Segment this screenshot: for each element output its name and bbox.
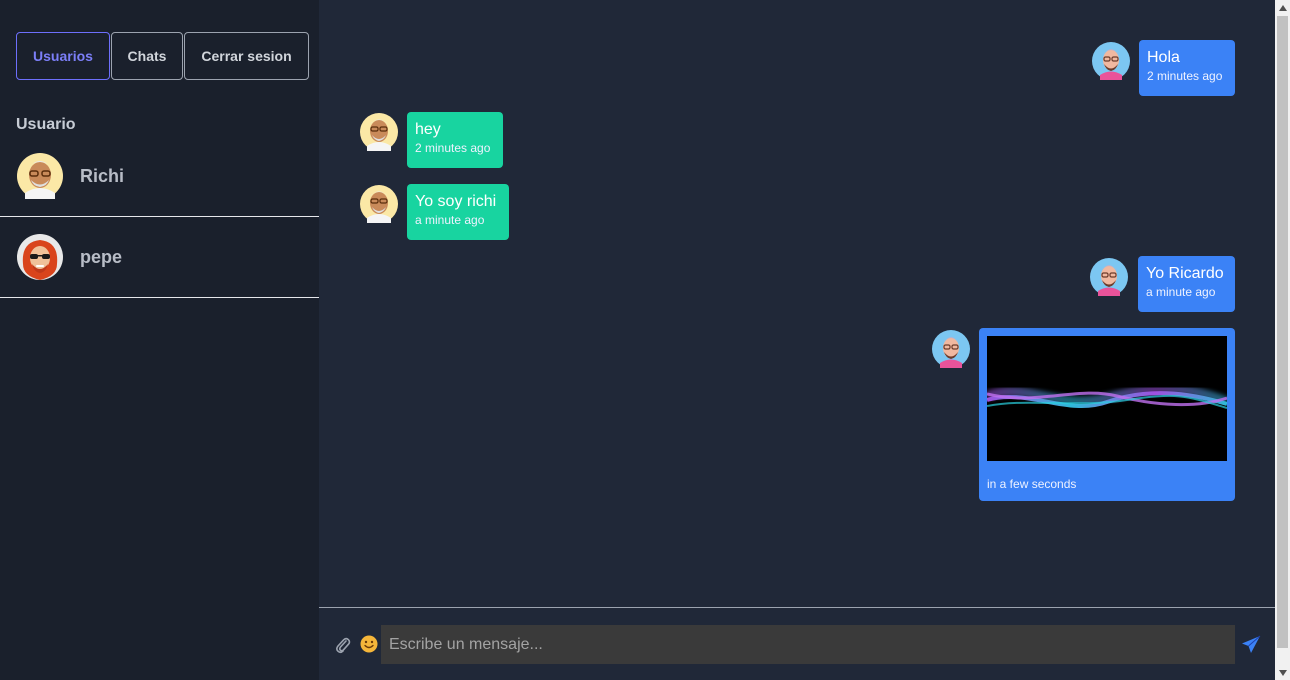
message-time: a minute ago [1146,285,1216,299]
scrollbar-thumb[interactable] [1277,16,1288,648]
paperclip-icon[interactable] [335,636,351,654]
message-text: Yo soy richi [415,193,497,210]
avatar [17,234,63,280]
message-outgoing: Hola 2 minutes ago [1092,40,1235,96]
paper-plane-icon[interactable] [1241,635,1261,655]
message-text: Yo Ricardo [1146,265,1224,282]
avatar [360,185,398,223]
logout-button[interactable]: Cerrar sesion [184,32,309,80]
message-composer [319,607,1275,680]
message-bubble: Hola 2 minutes ago [1139,40,1235,96]
user-name: Richi [80,165,125,186]
tab-usuarios[interactable]: Usuarios [16,32,110,80]
scroll-up-arrow-icon[interactable] [1275,0,1290,15]
section-title: Usuario [16,116,76,133]
message-incoming: Yo soy richi a minute ago [360,184,509,240]
message-incoming: hey 2 minutes ago [360,112,503,168]
message-time: a minute ago [415,213,485,227]
sidebar-tabs: Usuarios Chats Cerrar sesion [16,32,309,80]
message-time: in a few seconds [987,477,1077,491]
message-outgoing-video: in a few seconds [932,328,1235,501]
avatar [1090,258,1128,296]
message-text: Hola [1147,49,1180,66]
avatar [932,330,970,368]
message-bubble: in a few seconds [979,328,1235,501]
user-name: pepe [80,246,123,267]
message-input[interactable] [381,625,1235,664]
message-outgoing: Yo Ricardo a minute ago [1090,256,1235,312]
message-bubble: Yo Ricardo a minute ago [1138,256,1235,312]
smiley-icon[interactable] [360,635,378,653]
user-item-richi[interactable]: Richi [0,136,319,217]
message-time: 2 minutes ago [1147,69,1223,83]
chat-messages: Hola 2 minutes ago hey 2 minutes ago Yo … [319,0,1275,607]
avatar [1092,42,1130,80]
message-bubble: hey 2 minutes ago [407,112,503,168]
message-bubble: Yo soy richi a minute ago [407,184,509,240]
scroll-down-arrow-icon[interactable] [1275,665,1290,680]
message-text: hey [415,121,441,138]
video-player[interactable] [987,336,1227,461]
message-time: 2 minutes ago [415,141,491,155]
user-item-pepe[interactable]: pepe [0,217,319,298]
avatar [17,153,63,199]
scrollbar[interactable] [1275,0,1290,680]
tab-chats[interactable]: Chats [111,32,183,80]
sidebar: Usuarios Chats Cerrar sesion Usuario Ric… [0,0,319,680]
avatar [360,113,398,151]
